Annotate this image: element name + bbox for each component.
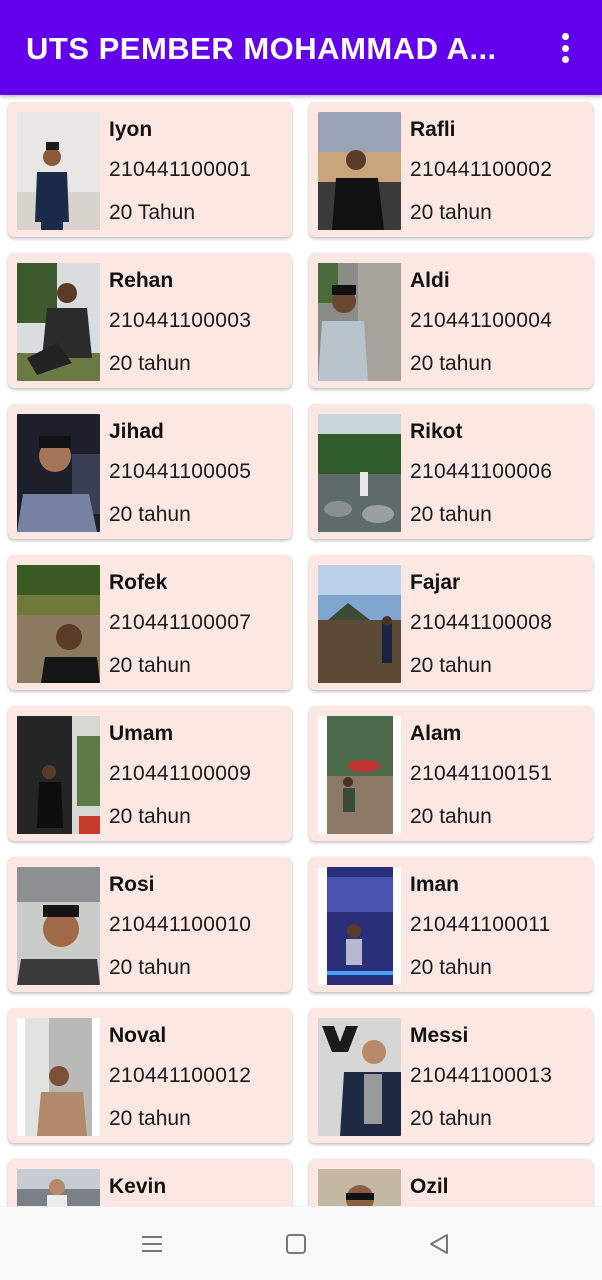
student-nim: 210441100001: [109, 158, 252, 181]
student-name: Messi: [410, 1024, 469, 1047]
student-age: 20 tahun: [109, 805, 191, 828]
student-photo: [17, 867, 100, 985]
student-card[interactable]: Rafli 210441100002 20 tahun: [309, 102, 593, 237]
app-title: UTS PEMBER MOHAMMAD A...: [26, 31, 497, 66]
student-age: 20 tahun: [410, 201, 492, 224]
student-nim: 210441100003: [109, 309, 252, 332]
student-name: Ozil: [410, 1175, 449, 1198]
student-card[interactable]: Umam 210441100009 20 tahun: [8, 706, 292, 841]
student-name: Rofek: [109, 571, 168, 594]
student-photo: [318, 1169, 401, 1206]
student-nim: 210441100007: [109, 611, 252, 634]
student-photo: [318, 112, 401, 230]
student-card[interactable]: Rehan 210441100003 20 tahun: [8, 253, 292, 388]
student-card[interactable]: Messi 210441100013 20 tahun: [309, 1008, 593, 1143]
student-age: 20 tahun: [109, 654, 191, 677]
student-photo: [17, 565, 100, 683]
student-photo: [17, 1169, 100, 1206]
student-age: 20 tahun: [109, 1107, 191, 1130]
more-vert-icon[interactable]: [548, 30, 582, 66]
student-nim: 210441100012: [109, 1064, 252, 1087]
student-name: Fajar: [410, 571, 461, 594]
student-name: Aldi: [410, 269, 450, 292]
student-card[interactable]: Aldi 210441100004 20 tahun: [309, 253, 593, 388]
student-nim: 210441100004: [410, 309, 553, 332]
student-name: Iyon: [109, 118, 153, 141]
student-nim: 210441100009: [109, 762, 252, 785]
student-photo: [318, 263, 401, 381]
student-age: 20 tahun: [410, 956, 492, 979]
student-card[interactable]: Jihad 210441100005 20 tahun: [8, 404, 292, 539]
student-name: Kevin: [109, 1175, 167, 1198]
student-nim: 210441100005: [109, 460, 252, 483]
student-card[interactable]: Rikot 210441100006 20 tahun: [309, 404, 593, 539]
student-age: 20 tahun: [410, 805, 492, 828]
student-name: Alam: [410, 722, 462, 745]
student-photo: [17, 1018, 100, 1136]
home-icon[interactable]: [278, 1229, 314, 1259]
student-age: 20 tahun: [109, 956, 191, 979]
student-nim: 210441100010: [109, 913, 252, 936]
student-card[interactable]: Iyon 210441100001 20 Tahun: [8, 102, 292, 237]
student-photo: [318, 1018, 401, 1136]
student-photo: [17, 112, 100, 230]
student-age: 20 tahun: [109, 352, 191, 375]
student-name: Rehan: [109, 269, 174, 292]
student-age: 20 tahun: [410, 352, 492, 375]
student-name: Umam: [109, 722, 174, 745]
student-nim: 210441100013: [410, 1064, 553, 1087]
student-photo: [17, 716, 100, 834]
student-card[interactable]: Alam 210441100151 20 tahun: [309, 706, 593, 841]
student-name: Rosi: [109, 873, 155, 896]
student-photo: [318, 414, 401, 532]
student-name: Noval: [109, 1024, 167, 1047]
system-nav-bar: [0, 1206, 602, 1280]
student-photo: [17, 263, 100, 381]
student-age: 20 tahun: [410, 503, 492, 526]
student-photo: [17, 414, 100, 532]
student-nim: 210441100002: [410, 158, 553, 181]
student-grid[interactable]: Iyon 210441100001 20 Tahun Rafli 2104411…: [0, 95, 602, 1206]
student-card[interactable]: Kevin: [8, 1159, 292, 1206]
student-age: 20 tahun: [410, 654, 492, 677]
student-name: Iman: [410, 873, 460, 896]
back-icon[interactable]: [421, 1229, 457, 1259]
student-photo: [318, 867, 401, 985]
menu-icon[interactable]: [134, 1229, 170, 1259]
student-card[interactable]: Rosi 210441100010 20 tahun: [8, 857, 292, 992]
student-nim: 210441100006: [410, 460, 553, 483]
student-nim: 210441100011: [410, 913, 551, 936]
student-name: Rafli: [410, 118, 456, 141]
student-age: 20 Tahun: [109, 201, 196, 224]
student-age: 20 tahun: [109, 503, 191, 526]
app-bar: UTS PEMBER MOHAMMAD A...: [0, 0, 602, 95]
student-card[interactable]: Noval 210441100012 20 tahun: [8, 1008, 292, 1143]
student-photo: [318, 565, 401, 683]
student-card[interactable]: Ozil: [309, 1159, 593, 1206]
student-name: Jihad: [109, 420, 164, 443]
student-nim: 210441100151: [410, 762, 553, 785]
student-age: 20 tahun: [410, 1107, 492, 1130]
student-card[interactable]: Iman 210441100011 20 tahun: [309, 857, 593, 992]
student-name: Rikot: [410, 420, 463, 443]
student-card[interactable]: Rofek 210441100007 20 tahun: [8, 555, 292, 690]
student-card[interactable]: Fajar 210441100008 20 tahun: [309, 555, 593, 690]
student-photo: [318, 716, 401, 834]
student-nim: 210441100008: [410, 611, 553, 634]
